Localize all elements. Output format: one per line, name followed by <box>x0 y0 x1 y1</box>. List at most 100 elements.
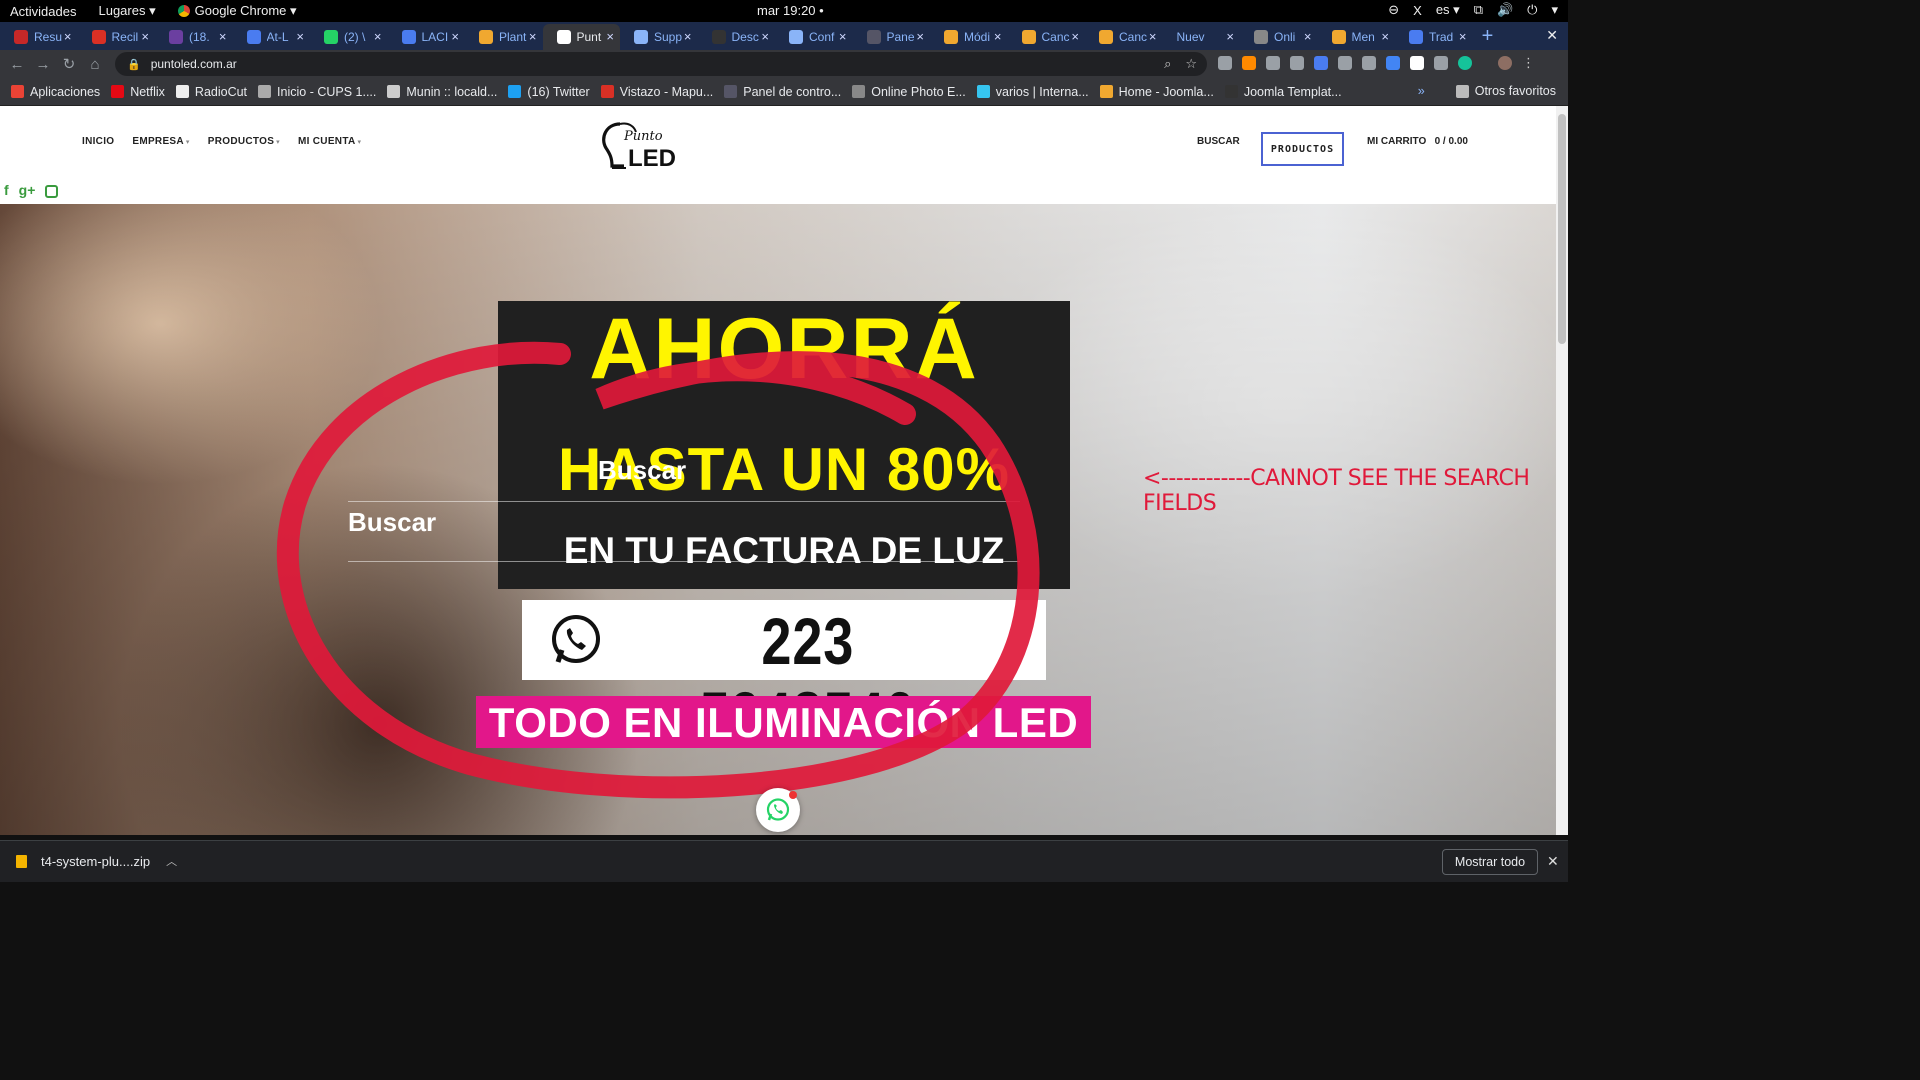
extension-icon[interactable] <box>1314 56 1328 70</box>
other-bookmarks[interactable]: Otros favoritos <box>1455 84 1556 98</box>
browser-tab[interactable]: Punt × <box>542 24 620 50</box>
extension-icon[interactable] <box>1290 56 1304 70</box>
tab-close-icon[interactable]: × <box>839 29 847 44</box>
places-menu[interactable]: Lugares ▾ <box>98 3 155 19</box>
tab-close-icon[interactable]: × <box>529 29 537 44</box>
show-all-downloads-button[interactable]: Mostrar todo <box>1442 849 1538 875</box>
tab-close-icon[interactable]: × <box>916 29 924 44</box>
tab-close-icon[interactable]: × <box>606 29 614 44</box>
profile-avatar[interactable] <box>1498 56 1512 70</box>
bookmark-item[interactable]: RadioCut <box>175 85 247 99</box>
power-icon[interactable]: ⏻ <box>1527 2 1537 18</box>
header-search-link[interactable]: BUSCAR <box>1197 136 1240 147</box>
bookmark-item[interactable]: Munin :: locald... <box>387 85 497 99</box>
tab-close-icon[interactable]: × <box>296 29 304 44</box>
google-plus-icon[interactable]: g+ <box>19 182 36 198</box>
browser-tab[interactable]: Canc × <box>1008 24 1086 50</box>
tab-close-icon[interactable]: × <box>1149 29 1157 44</box>
chevron-up-icon[interactable]: ︿ <box>166 853 177 869</box>
close-icon[interactable]: ✕ <box>1547 853 1559 870</box>
tab-close-icon[interactable]: × <box>761 29 769 44</box>
tab-close-icon[interactable]: × <box>684 29 692 44</box>
puntoled-logo[interactable]: Punto LED <box>598 116 690 172</box>
zoom-icon[interactable]: ⌕ <box>1164 56 1171 72</box>
menu-kebab-icon[interactable]: ⋮ <box>1522 56 1535 70</box>
scrollbar-thumb[interactable] <box>1558 114 1566 344</box>
browser-tab[interactable]: Resu × <box>0 24 78 50</box>
tab-close-icon[interactable]: × <box>1459 29 1467 44</box>
whatsapp-float-button[interactable] <box>756 788 800 832</box>
lock-icon[interactable]: 🔒 <box>127 58 141 71</box>
search-field-label[interactable]: Buscar <box>598 455 686 486</box>
cart-link[interactable]: MI CARRITO 0 / 0.00 <box>1367 136 1468 147</box>
extension-icon[interactable] <box>1218 56 1232 70</box>
do-not-disturb-icon[interactable]: ⊖ <box>1388 2 1399 18</box>
bookmark-item[interactable]: Vistazo - Mapu... <box>600 85 713 99</box>
browser-tab[interactable]: Men × <box>1318 24 1396 50</box>
tab-close-icon[interactable]: × <box>374 29 382 44</box>
bookmark-item[interactable]: Inicio - CUPS 1.... <box>258 85 376 99</box>
bookmark-item[interactable]: Online Photo E... <box>852 85 966 99</box>
forward-icon[interactable]: → <box>30 56 56 73</box>
extension-icon[interactable] <box>1362 56 1376 70</box>
extension-icon[interactable] <box>1386 56 1400 70</box>
extension-icon[interactable] <box>1338 56 1352 70</box>
nav-item[interactable]: EMPRESA ▾ <box>132 136 189 147</box>
tab-close-icon[interactable]: × <box>994 29 1002 44</box>
home-icon[interactable]: ⌂ <box>82 56 108 73</box>
browser-tab[interactable]: Nueva p × <box>1163 24 1241 50</box>
language-menu[interactable]: es ▾ <box>1436 2 1460 18</box>
keyboard-indicator[interactable]: X <box>1413 3 1422 18</box>
nav-item[interactable]: PRODUCTOS ▾ <box>208 136 280 147</box>
camera-extension-icon[interactable] <box>1266 56 1280 70</box>
clock[interactable]: mar 19:20 • <box>757 3 824 18</box>
browser-tab[interactable]: Pane × <box>853 24 931 50</box>
address-bar[interactable]: 🔒 puntoled.com.ar ⌕ ☆ <box>115 52 1207 76</box>
browser-tab[interactable]: LACI × <box>388 24 466 50</box>
new-tab-button[interactable]: + <box>1473 24 1503 50</box>
bookmark-item[interactable]: Home - Joomla... <box>1099 85 1214 99</box>
browser-tab[interactable]: Onli × <box>1240 24 1318 50</box>
extension-icon[interactable] <box>1410 56 1424 70</box>
browser-tab[interactable]: Módi × <box>930 24 1008 50</box>
bookmark-item[interactable]: Panel de contro... <box>724 85 841 99</box>
tab-close-icon[interactable]: × <box>1304 29 1312 44</box>
bookmark-item[interactable]: varios | Interna... <box>976 85 1089 99</box>
app-menu[interactable]: Google Chrome ▾ <box>177 3 297 19</box>
browser-tab[interactable]: At-L × <box>233 24 311 50</box>
instagram-icon[interactable] <box>45 185 59 198</box>
nav-item[interactable]: INICIO <box>82 136 114 147</box>
activities-button[interactable]: Actividades <box>10 4 76 19</box>
nav-item[interactable]: MI CUENTA ▾ <box>298 136 361 147</box>
facebook-icon[interactable]: f <box>4 182 9 198</box>
browser-tab[interactable]: Canc × <box>1085 24 1163 50</box>
bookmark-item[interactable]: Joomla Templat... <box>1224 85 1342 99</box>
bookmark-item[interactable]: Aplicaciones <box>11 85 100 99</box>
tab-close-icon[interactable]: × <box>64 29 72 44</box>
network-icon[interactable]: ⧉ <box>1474 2 1483 18</box>
browser-tab[interactable]: (2) \ × <box>310 24 388 50</box>
extension-icon[interactable] <box>1434 56 1448 70</box>
back-icon[interactable]: ← <box>4 56 30 73</box>
bookmark-item[interactable]: (16) Twitter <box>508 85 590 99</box>
chevron-down-icon[interactable]: ▾ <box>1551 2 1558 18</box>
tab-close-icon[interactable]: × <box>1071 29 1079 44</box>
download-item[interactable]: t4-system-plu....zip ︿ <box>16 853 177 869</box>
browser-tab[interactable]: Trad × <box>1395 24 1473 50</box>
tab-close-icon[interactable]: × <box>1381 29 1389 44</box>
bookmarks-overflow-icon[interactable]: » <box>1418 84 1425 98</box>
search-field-label[interactable]: Buscar <box>348 507 436 538</box>
browser-tab[interactable]: Supp × <box>620 24 698 50</box>
grammarly-icon[interactable] <box>1458 56 1472 70</box>
bookmark-star-icon[interactable]: ☆ <box>1185 56 1197 72</box>
bookmark-item[interactable]: Netflix <box>111 85 165 99</box>
products-button[interactable]: PRODUCTOS <box>1261 132 1344 166</box>
reload-icon[interactable]: ↻ <box>56 55 82 73</box>
tab-close-icon[interactable]: × <box>141 29 149 44</box>
page-scrollbar[interactable] <box>1556 106 1568 835</box>
browser-tab[interactable]: (18. × <box>155 24 233 50</box>
tab-close-icon[interactable]: × <box>219 29 227 44</box>
volume-icon[interactable]: 🔊 <box>1497 2 1513 18</box>
extension-icon[interactable] <box>1242 56 1256 70</box>
browser-tab[interactable]: Desc × <box>698 24 776 50</box>
